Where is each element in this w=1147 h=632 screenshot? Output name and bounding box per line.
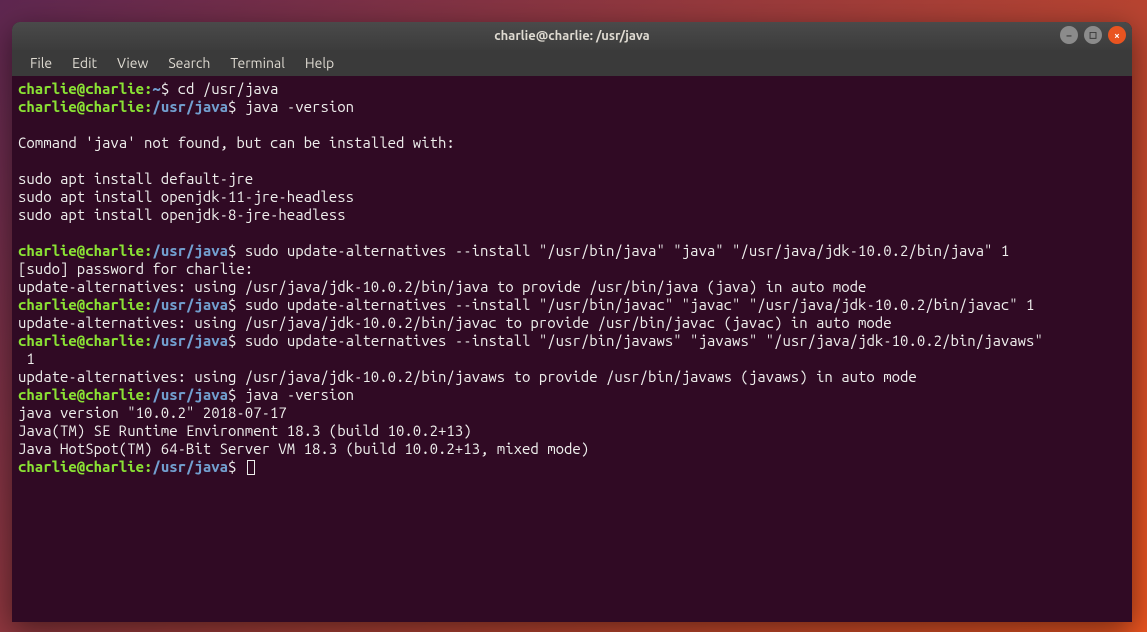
prompt-userhost: charlie@charlie [18,458,144,475]
command-text: sudo update-alternatives --install "/usr… [236,296,1034,313]
terminal-output [18,224,1126,242]
command-text: java -version [236,386,354,403]
prompt-path: /usr/java [152,98,228,115]
terminal-output [18,116,1126,134]
close-button[interactable]: × [1108,26,1126,44]
command-text: cd /usr/java [169,80,278,97]
terminal-window: charlie@charlie: /usr/java – ◻ × File Ed… [12,22,1132,622]
terminal-line: charlie@charlie:/usr/java$ sudo update-a… [18,296,1126,314]
command-text-wrap: 1 [18,350,1126,368]
menu-terminal[interactable]: Terminal [220,53,295,73]
prompt-path: /usr/java [152,242,228,259]
cursor-icon [247,460,255,475]
command-text: java -version [236,98,354,115]
prompt-userhost: charlie@charlie [18,332,144,349]
prompt-userhost: charlie@charlie [18,80,144,97]
terminal-output: [sudo] password for charlie: [18,260,1126,278]
menubar: File Edit View Search Terminal Help [12,50,1132,76]
terminal-output: update-alternatives: using /usr/java/jdk… [18,368,1126,386]
terminal-output: Java HotSpot(TM) 64-Bit Server VM 18.3 (… [18,440,1126,458]
prompt-userhost: charlie@charlie [18,386,144,403]
window-controls: – ◻ × [1060,26,1126,44]
maximize-button[interactable]: ◻ [1084,26,1102,44]
command-text: sudo update-alternatives --install "/usr… [236,242,1009,259]
prompt-path-home: ~ [152,80,160,97]
prompt-userhost: charlie@charlie [18,98,144,115]
terminal-output: Java(TM) SE Runtime Environment 18.3 (bu… [18,422,1126,440]
menu-search[interactable]: Search [158,53,220,73]
command-text [236,458,244,475]
prompt-dollar: $ [161,80,169,97]
menu-file[interactable]: File [20,53,62,73]
menu-help[interactable]: Help [295,53,344,73]
terminal-line: charlie@charlie:~$ cd /usr/java [18,80,1126,98]
command-text: sudo update-alternatives --install "/usr… [236,332,1042,349]
prompt-userhost: charlie@charlie [18,296,144,313]
prompt-path: /usr/java [152,296,228,313]
menu-edit[interactable]: Edit [62,53,107,73]
menu-view[interactable]: View [107,53,158,73]
prompt-path: /usr/java [152,458,228,475]
terminal-line: charlie@charlie:/usr/java$ java -version [18,98,1126,116]
terminal-line: charlie@charlie:/usr/java$ sudo update-a… [18,242,1126,260]
prompt-userhost: charlie@charlie [18,242,144,259]
terminal-line: charlie@charlie:/usr/java$ sudo update-a… [18,332,1126,350]
terminal-output: update-alternatives: using /usr/java/jdk… [18,278,1126,296]
titlebar: charlie@charlie: /usr/java – ◻ × [12,22,1132,50]
terminal-line: charlie@charlie:/usr/java$ java -version [18,386,1126,404]
terminal-output: java version "10.0.2" 2018-07-17 [18,404,1126,422]
terminal-output: sudo apt install openjdk-8-jre-headless [18,206,1126,224]
terminal-line: charlie@charlie:/usr/java$ [18,458,1126,476]
window-title: charlie@charlie: /usr/java [494,29,649,43]
terminal-output: Command 'java' not found, but can be ins… [18,134,1126,152]
prompt-path: /usr/java [152,386,228,403]
terminal-output: sudo apt install openjdk-11-jre-headless [18,188,1126,206]
terminal-output: update-alternatives: using /usr/java/jdk… [18,314,1126,332]
terminal-output [18,152,1126,170]
minimize-button[interactable]: – [1060,26,1078,44]
terminal-output: sudo apt install default-jre [18,170,1126,188]
terminal-body[interactable]: charlie@charlie:~$ cd /usr/javacharlie@c… [12,76,1132,622]
prompt-path: /usr/java [152,332,228,349]
